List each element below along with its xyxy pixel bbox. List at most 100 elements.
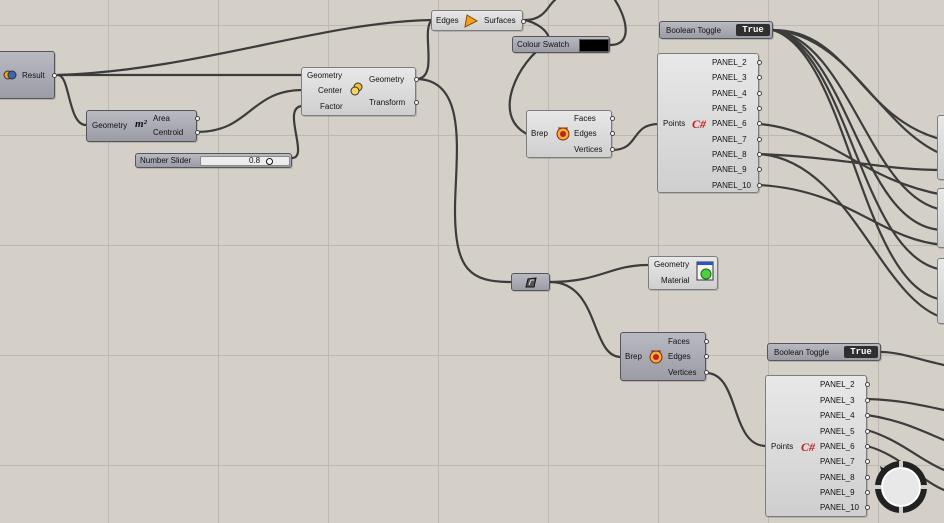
csharp-bottom-out-2: PANEL_2 (820, 380, 855, 389)
scale-output-geometry: Geometry (369, 75, 405, 84)
csharp-icon: C# (692, 117, 707, 131)
dbrep-top-faces-port[interactable] (610, 116, 615, 121)
toggle-top-value[interactable]: True (736, 24, 770, 36)
csharp-top-port-4[interactable] (757, 91, 762, 96)
csharp-bottom-port-5[interactable] (865, 429, 870, 434)
csharp-script-bottom[interactable]: Points C# PANEL_2 PANEL_3 PANEL_4 PANEL_… (765, 375, 870, 517)
csharp-bottom-port-10[interactable] (865, 505, 870, 510)
dbrep-bottom-input: Brep (625, 352, 642, 361)
area-m2-icon: m² (135, 118, 147, 130)
slider-track[interactable]: 0.8 (200, 156, 290, 166)
dbrep-bottom-faces-port[interactable] (704, 339, 709, 344)
csharp-top-port-5[interactable] (757, 106, 762, 111)
deconstruct-brep-icon (555, 125, 571, 143)
scale-component[interactable]: Geometry Center Factor Geometry Transfor… (301, 67, 419, 116)
csharp-bottom-port-8[interactable] (865, 475, 870, 480)
csharp-bottom-out-7: PANEL_7 (820, 457, 855, 466)
area-component[interactable]: Geometry m² Area Centroid (86, 110, 200, 142)
dbrep-top-edges-port[interactable] (610, 131, 615, 136)
csharp-top-out-2: PANEL_2 (712, 58, 747, 67)
panel-stub-1[interactable] (937, 115, 944, 180)
relay-icon (524, 276, 538, 292)
scale-input-factor: Factor (320, 102, 343, 111)
panel-stub-2[interactable] (937, 188, 944, 248)
csharp-top-port-9[interactable] (757, 167, 762, 172)
csharp-top-out-3: PANEL_3 (712, 73, 747, 82)
custom-preview-component[interactable]: Geometry Material (648, 256, 718, 290)
csharp-bottom-out-4: PANEL_4 (820, 411, 855, 420)
scale-icon (350, 82, 364, 98)
boolean-toggle-top[interactable]: Boolean Toggle True (659, 21, 773, 39)
csharp-bottom-out-5: PANEL_5 (820, 427, 855, 436)
dbrep-top-vertices-port[interactable] (610, 147, 615, 152)
csharp-bottom-port-4[interactable] (865, 413, 870, 418)
scale-input-center: Center (318, 86, 343, 95)
dbrep-bottom-edges: Edges (668, 352, 691, 361)
result-component[interactable]: Result (0, 51, 57, 99)
dbrep-bottom-faces: Faces (668, 337, 690, 346)
csharp-top-port-8[interactable] (757, 152, 762, 157)
toggle-bottom-value[interactable]: True (844, 346, 878, 358)
csharp-bottom-out-6: PANEL_6 (820, 442, 855, 451)
dbrep-bottom-edges-port[interactable] (704, 354, 709, 359)
relay-component[interactable] (511, 273, 550, 291)
dbrep-top-faces: Faces (574, 114, 596, 123)
boundary-input-edges: Edges (436, 16, 459, 25)
toggle-bottom-label: Boolean Toggle (774, 348, 830, 357)
area-area-port[interactable] (195, 116, 200, 121)
csharp-bottom-input: Points (771, 442, 794, 451)
csharp-bottom-port-2[interactable] (865, 382, 870, 387)
colour-swatch[interactable]: Colour Swatch (512, 36, 610, 53)
result-icon (3, 68, 17, 84)
dbrep-top-edges: Edges (574, 129, 597, 138)
csharp-bottom-port-3[interactable] (865, 398, 870, 403)
dbrep-bottom-vertices: Vertices (668, 368, 697, 377)
dbrep-bottom-vertices-port[interactable] (704, 370, 709, 375)
csharp-top-port-3[interactable] (757, 75, 762, 80)
slider-label: Number Slider (140, 156, 192, 165)
area-centroid-port[interactable] (195, 130, 200, 135)
result-label: Result (22, 71, 45, 80)
navigation-compass-icon[interactable] (872, 458, 930, 516)
slider-value: 0.8 (249, 156, 261, 165)
scale-output-transform: Transform (369, 98, 406, 107)
csharp-top-out-8: PANEL_8 (712, 150, 747, 159)
csharp-icon-bottom: C# (801, 440, 816, 454)
deconstruct-brep-icon-bottom (648, 348, 664, 366)
number-slider[interactable]: Number Slider 0.8 (135, 153, 292, 168)
csharp-bottom-out-3: PANEL_3 (820, 396, 855, 405)
preview-input-material: Material (661, 276, 690, 285)
csharp-bottom-port-7[interactable] (865, 459, 870, 464)
csharp-top-out-6: PANEL_6 (712, 119, 747, 128)
csharp-bottom-out-9: PANEL_9 (820, 488, 855, 497)
swatch-color[interactable] (579, 39, 609, 52)
dbrep-top-vertices: Vertices (574, 145, 603, 154)
csharp-top-out-5: PANEL_5 (712, 104, 747, 113)
scale-input-geometry: Geometry (307, 71, 343, 80)
csharp-bottom-out-10: PANEL_10 (820, 503, 859, 512)
scale-transform-port[interactable] (414, 100, 419, 105)
deconstruct-brep-top[interactable]: Brep Faces Edges Vertices (526, 110, 615, 158)
panel-stub-3[interactable] (937, 258, 944, 324)
deconstruct-brep-bottom[interactable]: Brep Faces Edges Vertices (620, 332, 709, 381)
csharp-bottom-port-6[interactable] (865, 444, 870, 449)
result-output-port[interactable] (52, 73, 57, 78)
csharp-top-out-10: PANEL_10 (712, 181, 751, 190)
csharp-top-port-2[interactable] (757, 60, 762, 65)
csharp-top-port-6[interactable] (757, 121, 762, 126)
preview-input-geometry: Geometry (654, 260, 690, 269)
csharp-top-port-7[interactable] (757, 137, 762, 142)
boolean-toggle-bottom[interactable]: Boolean Toggle True (767, 343, 881, 361)
boundary-surface-icon (463, 13, 479, 31)
boundary-output-surfaces: Surfaces (484, 16, 516, 25)
slider-grip[interactable] (266, 158, 273, 165)
csharp-top-input: Points (663, 119, 686, 128)
csharp-bottom-port-9[interactable] (865, 490, 870, 495)
boundary-surfaces-component[interactable]: Edges Surfaces (431, 10, 526, 31)
csharp-bottom-out-8: PANEL_8 (820, 473, 855, 482)
boundary-surfaces-port[interactable] (521, 19, 526, 24)
scale-geometry-port[interactable] (414, 77, 419, 82)
csharp-top-port-10[interactable] (757, 183, 762, 188)
csharp-top-out-4: PANEL_4 (712, 89, 747, 98)
csharp-script-top[interactable]: Points C# PANEL_2 PANEL_3 PANEL_4 PANEL_… (657, 53, 762, 193)
